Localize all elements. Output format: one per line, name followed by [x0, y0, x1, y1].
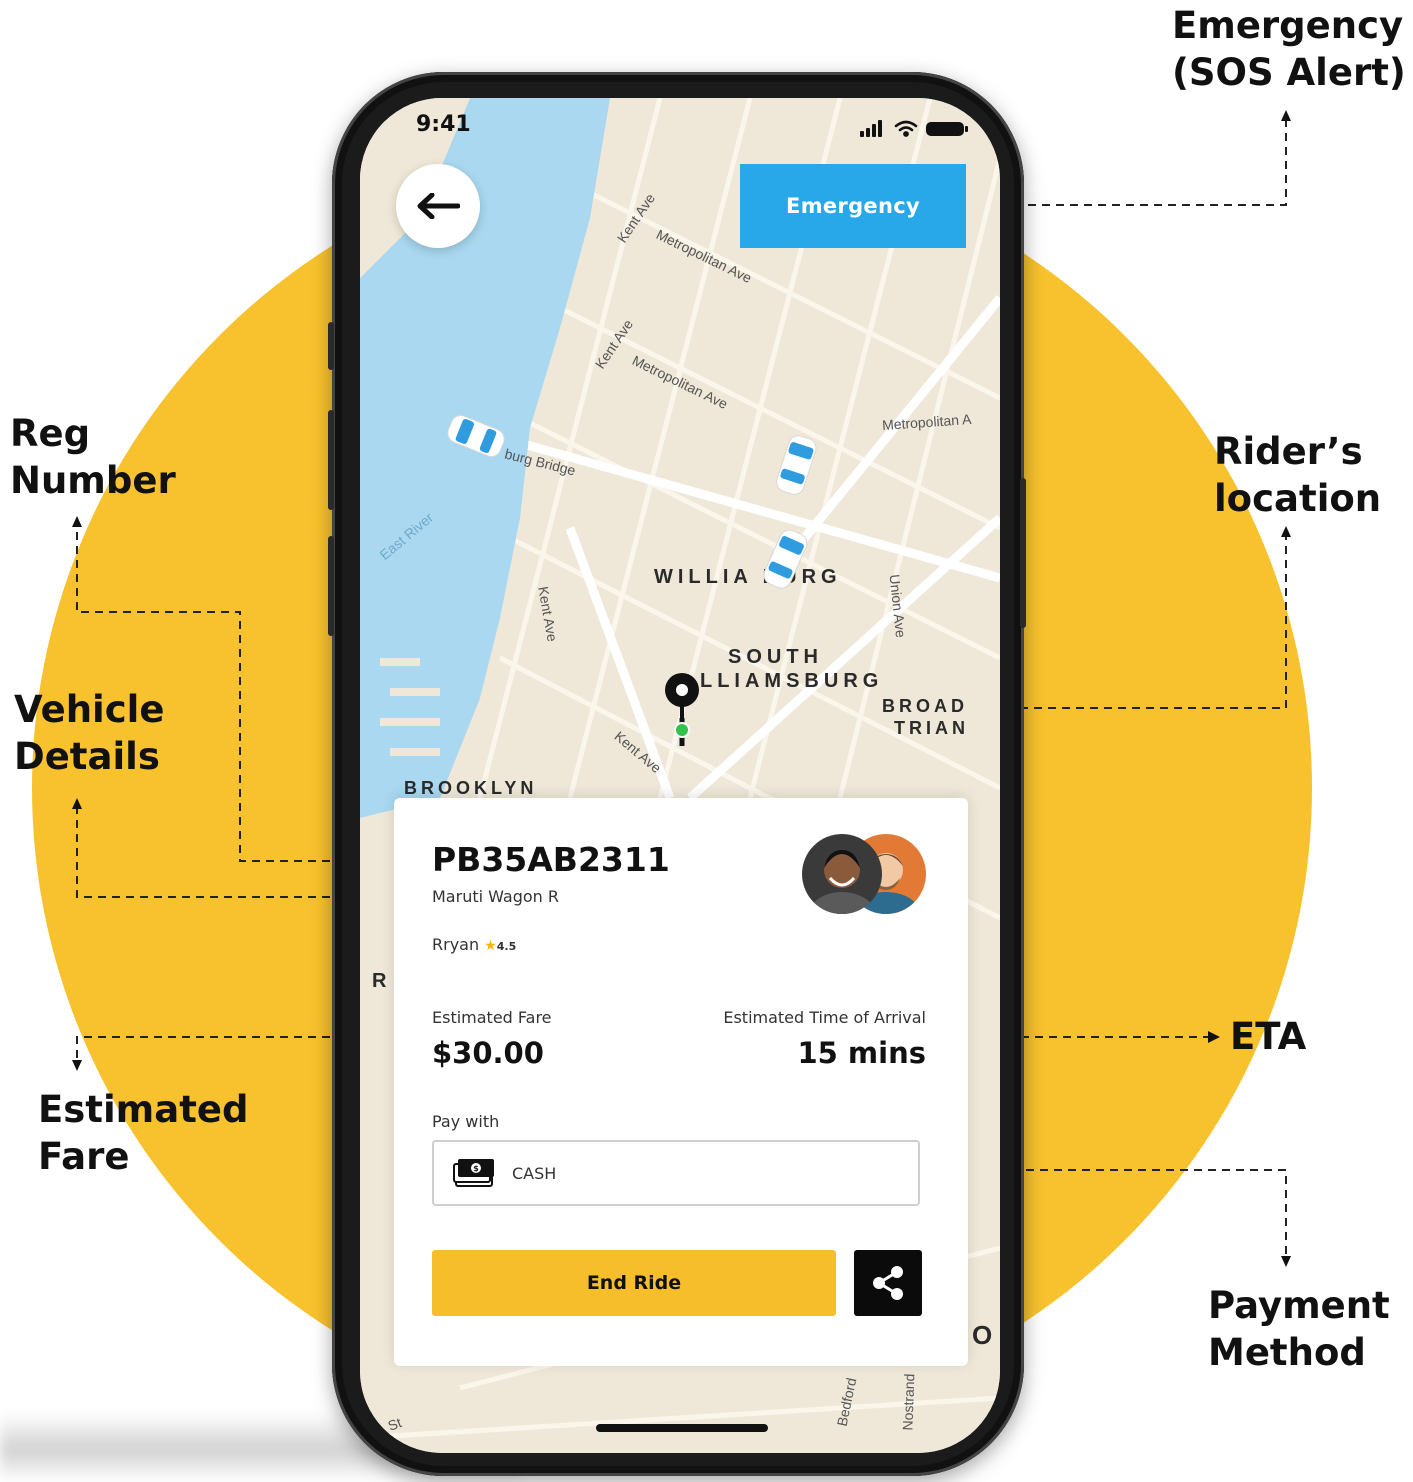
- annotation-eta: ETA: [1230, 1015, 1307, 1058]
- vehicle-model: Maruti Wagon R: [432, 887, 560, 906]
- driver-name: Rryan: [432, 935, 480, 954]
- annotation-reg-line2: Number: [10, 459, 176, 502]
- driver-info: Rryan ★4.5: [432, 935, 516, 954]
- status-icons: [860, 120, 968, 137]
- home-indicator[interactable]: [596, 1424, 768, 1432]
- map-label-south-williamsburg: LLIAMSBURG: [700, 670, 884, 692]
- annotation-payment-line2: Method: [1208, 1331, 1366, 1374]
- phone-side-button: [328, 322, 334, 370]
- avatar-group: [802, 834, 926, 914]
- ride-details-card: PB35AB2311 Maruti Wagon R Rryan ★4.5 Est…: [394, 798, 968, 1366]
- annotation-estimated-fare: Estimated Fare: [38, 1086, 248, 1180]
- location-pin-icon: [665, 673, 699, 738]
- annotation-rider-location: Rider’s location: [1214, 428, 1381, 522]
- annotation-rider-line1: Rider’s: [1214, 430, 1363, 473]
- estimated-fare-label: Estimated Fare: [432, 1008, 552, 1027]
- annotation-reg-number: Reg Number: [10, 410, 176, 504]
- payment-method-selector[interactable]: $ CASH: [432, 1140, 920, 1206]
- eta-value: 15 mins: [797, 1036, 926, 1070]
- annotation-rider-line2: location: [1214, 477, 1382, 520]
- phone-screen: WILLIA BURG SOUTH LLIAMSBURG BROAD TRIAN…: [360, 98, 1000, 1453]
- svg-text:$: $: [473, 1164, 479, 1173]
- annotation-reg-line1: Reg: [10, 412, 91, 455]
- wifi-icon: [894, 120, 918, 137]
- phone-side-button: [328, 536, 334, 636]
- pay-with-label: Pay with: [432, 1112, 500, 1131]
- annotation-vehicle-details: Vehicle Details: [14, 686, 164, 780]
- share-icon: [873, 1266, 903, 1300]
- estimated-fare-value: $30.00: [432, 1036, 544, 1070]
- map-label-r: R: [372, 970, 387, 992]
- annotation-emergency-line1: Emergency: [1172, 4, 1404, 47]
- payment-method-text: CASH: [512, 1164, 557, 1183]
- cash-icon: $: [453, 1159, 494, 1187]
- map-label-o: O: [972, 1320, 993, 1350]
- map-label-nostrand: Nostrand: [899, 1373, 918, 1431]
- map-label-broadway: BROAD: [882, 696, 968, 716]
- annotation-vehicle-line2: Details: [14, 735, 160, 778]
- annotation-fare-line2: Fare: [38, 1135, 130, 1178]
- annotation-payment-line1: Payment: [1208, 1284, 1390, 1327]
- reg-number: PB35AB2311: [432, 840, 670, 879]
- car-icon: [763, 529, 808, 589]
- map-label-south: SOUTH: [728, 646, 823, 668]
- car-icon: [447, 415, 505, 457]
- emergency-button[interactable]: Emergency: [740, 164, 966, 248]
- annotation-payment-method: Payment Method: [1208, 1282, 1390, 1376]
- driver-rating: 4.5: [496, 940, 517, 953]
- share-button[interactable]: [854, 1250, 922, 1316]
- eta-label: Estimated Time of Arrival: [723, 1008, 926, 1027]
- annotation-fare-line1: Estimated: [38, 1088, 249, 1131]
- phone-side-button: [328, 410, 334, 510]
- map-label-brooklyn: BROOKLYN: [404, 778, 538, 798]
- phone-side-button: [1020, 478, 1026, 628]
- signal-icon: [860, 120, 882, 137]
- status-time: 9:41: [416, 112, 471, 137]
- back-arrow-icon: [417, 193, 460, 219]
- map-label-triangle: TRIAN: [894, 718, 969, 738]
- annotation-vehicle-line1: Vehicle: [14, 688, 165, 731]
- battery-icon: [926, 122, 968, 136]
- avatar: [802, 834, 882, 914]
- end-ride-button[interactable]: End Ride: [432, 1250, 836, 1316]
- star-icon: ★: [484, 938, 497, 954]
- car-icon: [776, 435, 817, 495]
- annotation-emergency: Emergency (SOS Alert): [1172, 2, 1406, 96]
- back-button[interactable]: [396, 164, 480, 248]
- annotation-emergency-line2: (SOS Alert): [1172, 51, 1406, 94]
